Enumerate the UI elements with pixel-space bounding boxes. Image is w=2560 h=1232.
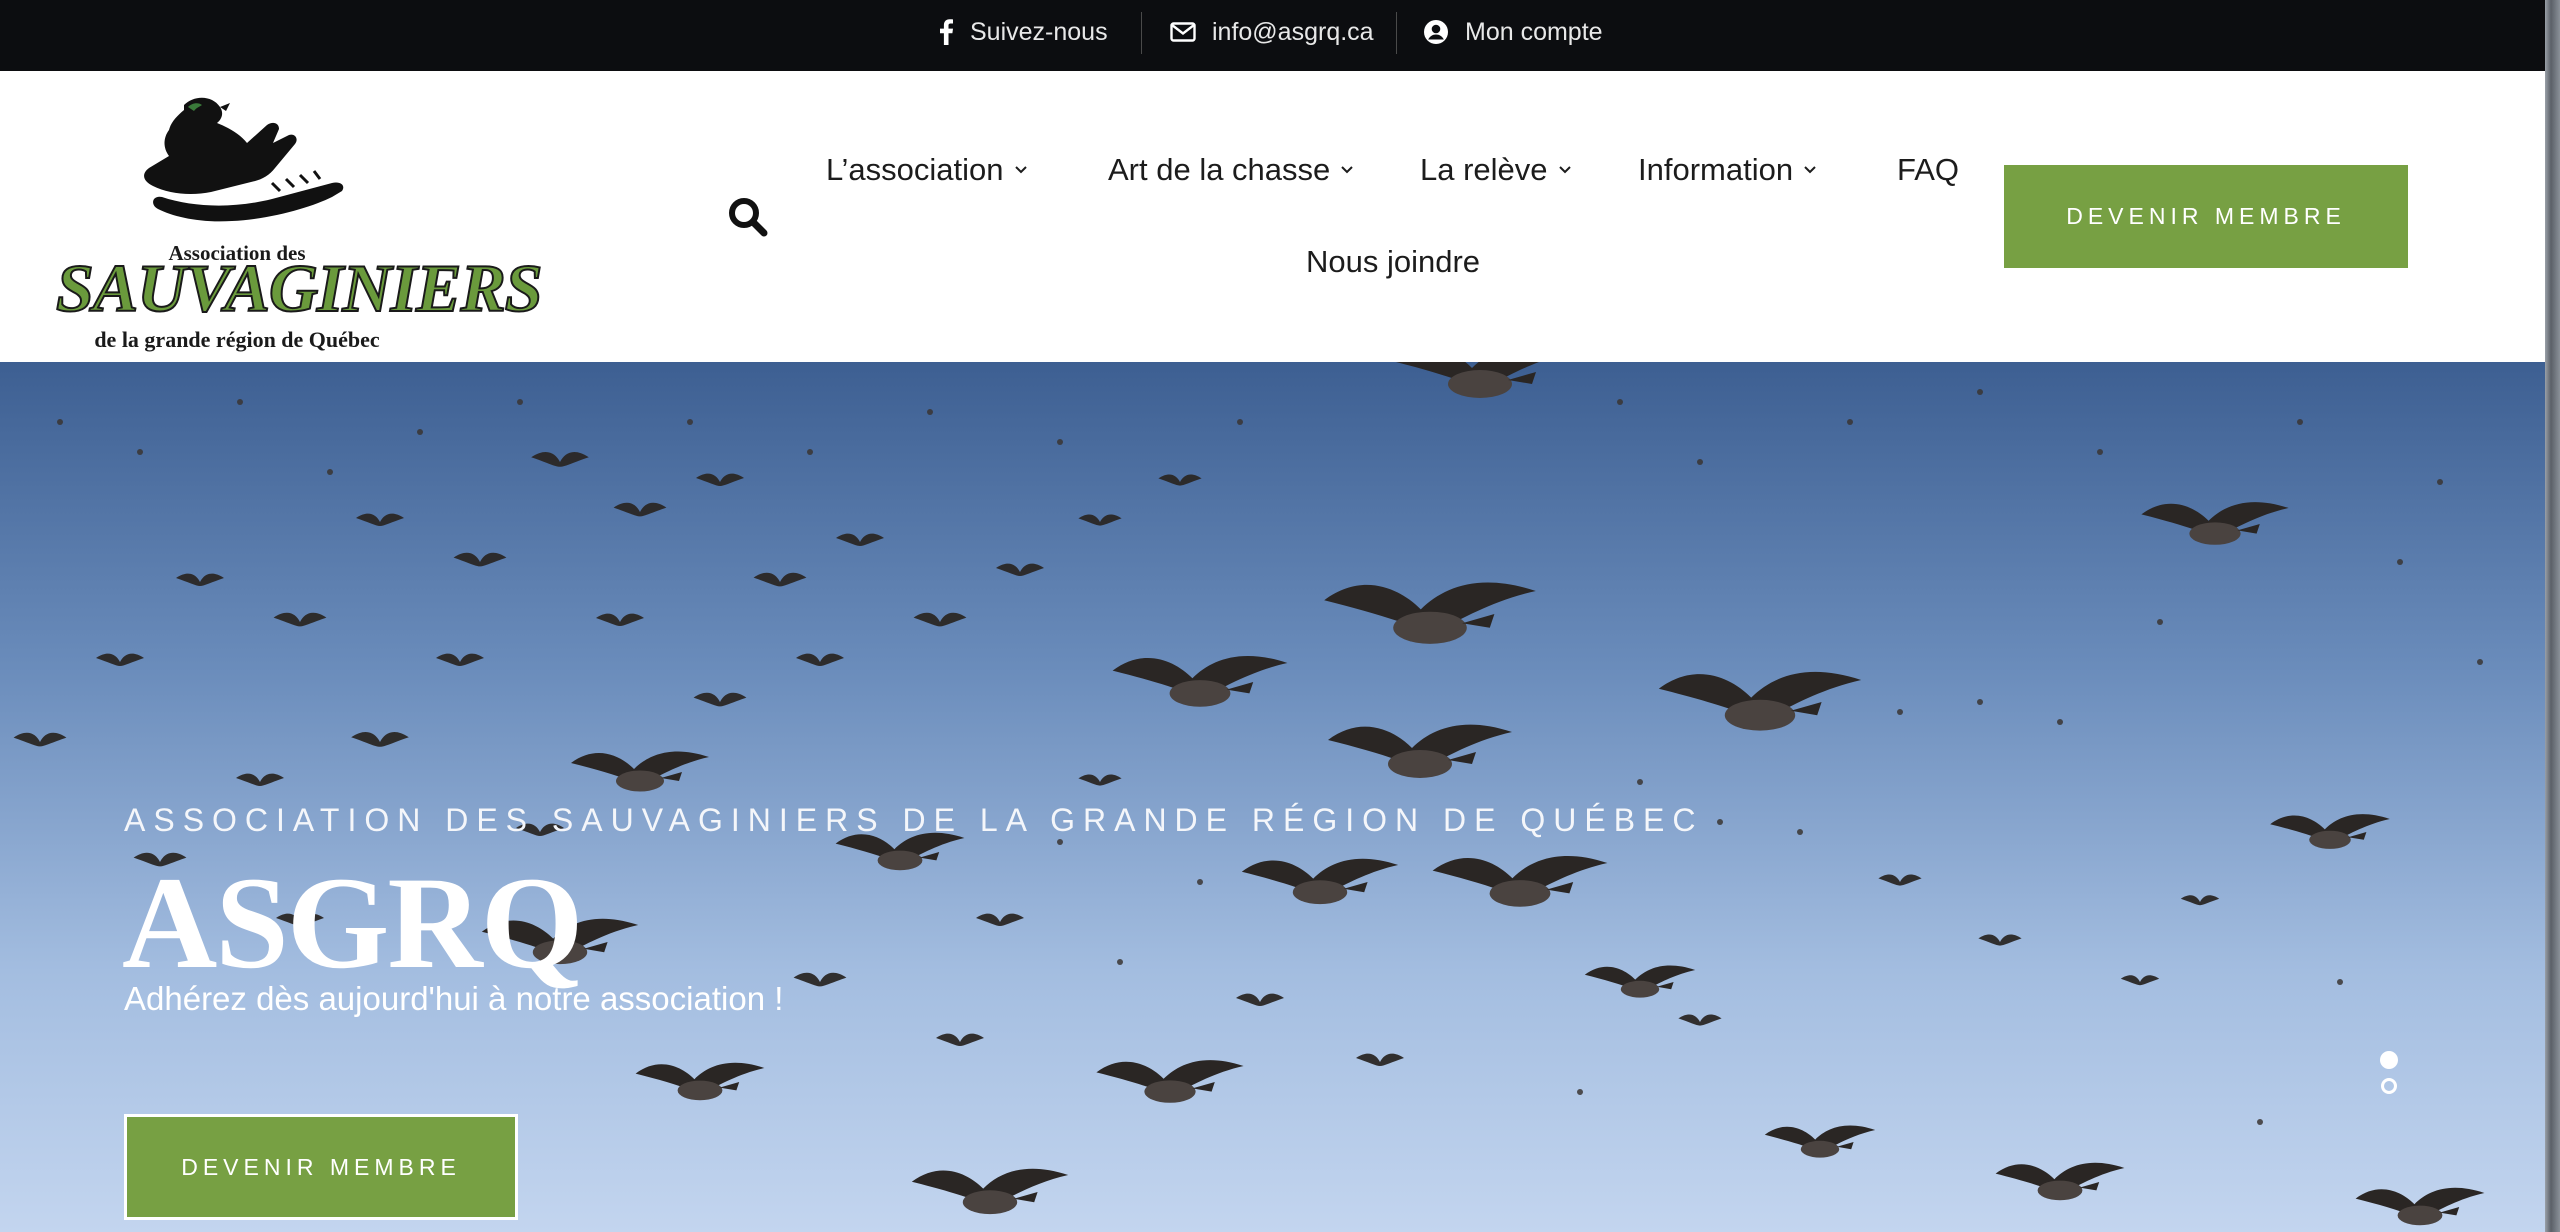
envelope-icon <box>1170 22 1196 42</box>
nav-item-art-de-la-chasse[interactable]: Art de la chasse <box>1108 145 1354 195</box>
chevron-down-icon <box>1340 165 1354 175</box>
window-edge <box>2545 0 2560 1232</box>
chevron-down-icon <box>1558 165 1572 175</box>
user-circle-icon <box>1423 19 1449 45</box>
email-link[interactable]: info@asgrq.ca <box>1170 0 1374 64</box>
hero-slider: ASSOCIATION DES SAUVAGINIERS DE LA GRAND… <box>0 362 2545 1232</box>
flying-geese-image <box>13 362 2485 1226</box>
nav-item-information[interactable]: Information <box>1638 145 1817 195</box>
email-label: info@asgrq.ca <box>1212 17 1374 46</box>
slider-dot[interactable] <box>2381 1078 2397 1094</box>
logo-text-line3: de la grande région de Québec <box>94 327 380 352</box>
become-member-button[interactable]: DEVENIR MEMBRE <box>2004 165 2408 268</box>
site-header: Association des SAUVAGINIERS de la grand… <box>0 71 2545 362</box>
my-account-link[interactable]: Mon compte <box>1423 0 1603 64</box>
chevron-down-icon <box>1803 165 1817 175</box>
hero-kicker: ASSOCIATION DES SAUVAGINIERS DE LA GRAND… <box>124 802 1704 838</box>
nav-item-label: Nous joindre <box>1306 244 1481 279</box>
my-account-label: Mon compte <box>1465 17 1603 46</box>
logo-text-sauvaginiers: SAUVAGINIERS <box>55 250 544 326</box>
hero-title: ASGRQ <box>122 849 583 996</box>
nav-item-faq[interactable]: FAQ <box>1897 145 1959 195</box>
site-logo[interactable]: Association des SAUVAGINIERS de la grand… <box>52 87 544 352</box>
nav-item-label: FAQ <box>1897 152 1960 187</box>
search-icon <box>729 198 768 237</box>
topbar-divider <box>1141 12 1142 54</box>
topbar-divider <box>1396 12 1397 54</box>
top-bar: Suivez-nous info@asgrq.ca Mon compte <box>0 0 2560 71</box>
nav-item-nous-joindre[interactable]: Nous joindre <box>1306 237 1480 287</box>
duck-logo-icon <box>144 97 344 222</box>
follow-us-link[interactable]: Suivez-nous <box>938 0 1108 64</box>
hero-become-member-label: DEVENIR MEMBRE <box>181 1153 461 1180</box>
nav-item-label: Information <box>1638 152 1794 187</box>
hero-subtitle: Adhérez dès aujourd'hui à notre associat… <box>124 980 784 1017</box>
nav-item-la-releve[interactable]: La relève <box>1420 145 1572 195</box>
search-button[interactable] <box>726 195 770 239</box>
nav-item-label: Art de la chasse <box>1108 152 1331 187</box>
nav-item-association[interactable]: L’association <box>826 145 1028 195</box>
slider-dot-active[interactable] <box>2380 1051 2398 1069</box>
facebook-icon <box>938 19 954 45</box>
become-member-label: DEVENIR MEMBRE <box>2066 203 2346 229</box>
nav-item-label: La relève <box>1420 152 1548 187</box>
chevron-down-icon <box>1014 165 1028 175</box>
hero-become-member-button[interactable]: DEVENIR MEMBRE <box>124 1114 518 1220</box>
follow-us-label: Suivez-nous <box>970 17 1108 46</box>
nav-item-label: L’association <box>826 152 1004 187</box>
